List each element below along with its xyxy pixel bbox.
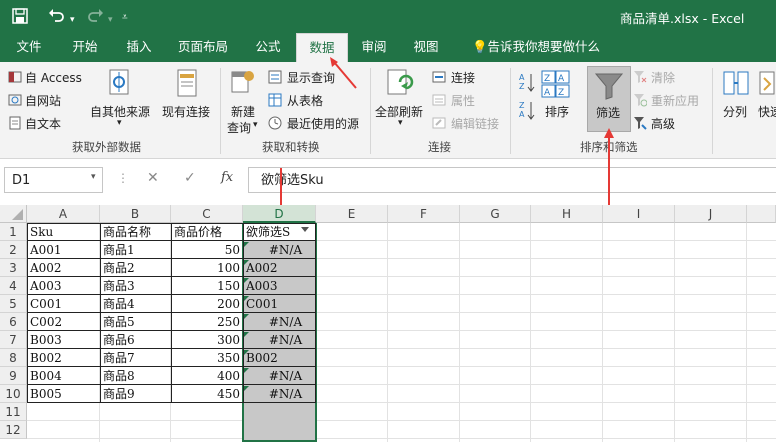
filter-dropdown-icon[interactable] [301, 227, 309, 232]
row-header-8[interactable]: 8 [0, 349, 27, 367]
cell-a4[interactable]: A003 [28, 277, 99, 295]
cell-d8[interactable]: B002 [244, 349, 315, 367]
cell-d7[interactable]: #N/A [244, 331, 315, 349]
row-header-11[interactable]: 11 [0, 403, 27, 421]
cell-c2[interactable]: 50 [172, 241, 242, 259]
cell-d3[interactable]: A002 [244, 259, 315, 277]
column-header-k[interactable] [747, 205, 776, 223]
column-header-a[interactable]: A [27, 205, 100, 223]
cell-b2[interactable]: 商品1 [101, 241, 170, 259]
row-header-2[interactable]: 2 [0, 241, 27, 259]
column-header-b[interactable]: B [100, 205, 171, 223]
cell-b5[interactable]: 商品4 [101, 295, 170, 313]
cell-c3[interactable]: 100 [172, 259, 242, 277]
row-header-1[interactable]: 1 [0, 223, 27, 241]
error-indicator-icon [244, 278, 249, 283]
gridline [459, 223, 460, 442]
cell-a3[interactable]: A002 [28, 259, 99, 277]
row-header-4[interactable]: 4 [0, 277, 27, 295]
cell-a2[interactable]: A001 [28, 241, 99, 259]
error-indicator-icon [244, 296, 249, 301]
row-header-10[interactable]: 10 [0, 385, 27, 403]
row-header-7[interactable]: 7 [0, 331, 27, 349]
row-header-6[interactable]: 6 [0, 313, 27, 331]
column-header-e[interactable]: E [316, 205, 388, 223]
gridline [27, 420, 776, 421]
cell-d6[interactable]: #N/A [244, 313, 315, 331]
gridline [674, 223, 675, 442]
cell-b9[interactable]: 商品8 [101, 367, 170, 385]
cell-c8[interactable]: 350 [172, 349, 242, 367]
cell-c9[interactable]: 400 [172, 367, 242, 385]
row-header-3[interactable]: 3 [0, 259, 27, 277]
error-indicator-icon [244, 368, 249, 373]
row-header-9[interactable]: 9 [0, 367, 27, 385]
error-indicator-icon [244, 386, 249, 391]
cell-b6[interactable]: 商品5 [101, 313, 170, 331]
error-indicator-icon [244, 260, 249, 265]
column-header-f[interactable]: F [388, 205, 460, 223]
cell-b4[interactable]: 商品3 [101, 277, 170, 295]
arrow-to-filter-button [604, 128, 614, 205]
column-header-d[interactable]: D [243, 205, 316, 223]
cell-d9[interactable]: #N/A [244, 367, 315, 385]
column-header-g[interactable]: G [460, 205, 531, 223]
cell-b3[interactable]: 商品2 [101, 259, 170, 277]
cell-d2[interactable]: #N/A [244, 241, 315, 259]
row-header-5[interactable]: 5 [0, 295, 27, 313]
column-header-h[interactable]: H [531, 205, 603, 223]
arrow-to-data-tab [330, 57, 357, 89]
cell-c10[interactable]: 450 [172, 385, 242, 403]
gridline [387, 223, 388, 442]
cell-c1[interactable]: 商品价格 [172, 223, 242, 241]
row-header-12[interactable]: 12 [0, 421, 27, 439]
cell-d4[interactable]: A003 [244, 277, 315, 295]
cell-d10[interactable]: #N/A [244, 385, 315, 403]
cell-d5[interactable]: C001 [244, 295, 315, 313]
gridline [746, 223, 747, 442]
cell-b10[interactable]: 商品9 [101, 385, 170, 403]
cell-b8[interactable]: 商品7 [101, 349, 170, 367]
error-indicator-icon [244, 332, 249, 337]
gridline [602, 223, 603, 442]
cell-a1[interactable]: Sku [28, 223, 99, 241]
cell-c7[interactable]: 300 [172, 331, 242, 349]
cell-a7[interactable]: B003 [28, 331, 99, 349]
cell-a5[interactable]: C001 [28, 295, 99, 313]
cell-b1[interactable]: 商品名称 [101, 223, 170, 241]
error-indicator-icon [244, 350, 249, 355]
cell-b7[interactable]: 商品6 [101, 331, 170, 349]
cell-a9[interactable]: B004 [28, 367, 99, 385]
cell-a6[interactable]: C002 [28, 313, 99, 331]
table-border [315, 223, 316, 403]
error-indicator-icon [244, 314, 249, 319]
column-header-j[interactable]: J [675, 205, 747, 223]
cell-a10[interactable]: B005 [28, 385, 99, 403]
cell-c5[interactable]: 200 [172, 295, 242, 313]
column-header-i[interactable]: I [603, 205, 675, 223]
cell-a8[interactable]: B002 [28, 349, 99, 367]
gridline [530, 223, 531, 442]
cell-c4[interactable]: 150 [172, 277, 242, 295]
column-header-c[interactable]: C [171, 205, 243, 223]
cell-d1[interactable]: 欲筛选S [244, 223, 315, 241]
cell-c6[interactable]: 250 [172, 313, 242, 331]
gridline [27, 438, 776, 439]
error-indicator-icon [244, 242, 249, 247]
